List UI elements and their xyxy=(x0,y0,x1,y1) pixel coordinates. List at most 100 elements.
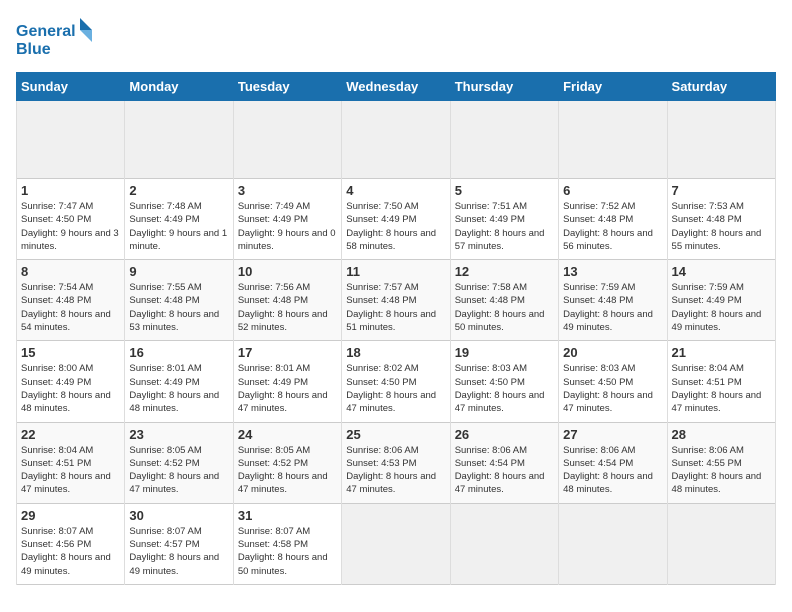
week-row-2: 1Sunrise: 7:47 AM Sunset: 4:50 PM Daylig… xyxy=(17,179,776,260)
day-cell: 16 Sunrise: 8:01 AM Sunset: 4:49 PM Dayli… xyxy=(125,341,233,422)
day-cell: 29Sunrise: 8:07 AM Sunset: 4:56 PM Dayli… xyxy=(17,503,125,584)
day-cell: 11Sunrise: 7:57 AM Sunset: 4:48 PM Dayli… xyxy=(342,260,450,341)
day-cell: 6 Sunrise: 7:52 AM Sunset: 4:48 PM Daylig… xyxy=(559,179,667,260)
day-info: Sunrise: 8:06 AM Sunset: 4:54 PM Dayligh… xyxy=(563,444,662,497)
logo: GeneralBlue xyxy=(16,16,96,60)
day-cell: 4 Sunrise: 7:50 AM Sunset: 4:49 PM Daylig… xyxy=(342,179,450,260)
page-header: GeneralBlue xyxy=(16,16,776,60)
day-number: 12 xyxy=(455,264,554,279)
day-cell xyxy=(559,101,667,179)
logo-svg: GeneralBlue xyxy=(16,16,96,60)
day-number: 26 xyxy=(455,427,554,442)
day-cell: 27 Sunrise: 8:06 AM Sunset: 4:54 PM Dayli… xyxy=(559,422,667,503)
day-info: Sunrise: 8:04 AM Sunset: 4:51 PM Dayligh… xyxy=(21,444,120,497)
day-number: 28 xyxy=(672,427,771,442)
day-cell: 2 Sunrise: 7:48 AM Sunset: 4:49 PM Daylig… xyxy=(125,179,233,260)
day-number: 19 xyxy=(455,345,554,360)
day-cell: 18 Sunrise: 8:02 AM Sunset: 4:50 PM Dayli… xyxy=(342,341,450,422)
day-number: 18 xyxy=(346,345,445,360)
day-number: 1 xyxy=(21,183,120,198)
calendar-table: SundayMondayTuesdayWednesdayThursdayFrid… xyxy=(16,72,776,585)
day-info: Sunrise: 7:49 AM Sunset: 4:49 PM Dayligh… xyxy=(238,200,337,253)
day-number: 20 xyxy=(563,345,662,360)
day-cell xyxy=(450,503,558,584)
day-number: 24 xyxy=(238,427,337,442)
day-info: Sunrise: 8:01 AM Sunset: 4:49 PM Dayligh… xyxy=(238,362,337,415)
col-header-sunday: Sunday xyxy=(17,73,125,101)
day-info: Sunrise: 8:00 AM Sunset: 4:49 PM Dayligh… xyxy=(21,362,120,415)
day-info: Sunrise: 8:06 AM Sunset: 4:53 PM Dayligh… xyxy=(346,444,445,497)
day-info: Sunrise: 8:01 AM Sunset: 4:49 PM Dayligh… xyxy=(129,362,228,415)
week-row-4: 15Sunrise: 8:00 AM Sunset: 4:49 PM Dayli… xyxy=(17,341,776,422)
day-info: Sunrise: 7:59 AM Sunset: 4:48 PM Dayligh… xyxy=(563,281,662,334)
day-info: Sunrise: 7:51 AM Sunset: 4:49 PM Dayligh… xyxy=(455,200,554,253)
day-number: 4 xyxy=(346,183,445,198)
day-cell: 5 Sunrise: 7:51 AM Sunset: 4:49 PM Daylig… xyxy=(450,179,558,260)
day-info: Sunrise: 8:07 AM Sunset: 4:56 PM Dayligh… xyxy=(21,525,120,578)
day-cell: 9Sunrise: 7:55 AM Sunset: 4:48 PM Daylig… xyxy=(125,260,233,341)
day-cell xyxy=(450,101,558,179)
day-number: 27 xyxy=(563,427,662,442)
day-info: Sunrise: 8:07 AM Sunset: 4:58 PM Dayligh… xyxy=(238,525,337,578)
svg-text:General: General xyxy=(16,23,76,40)
day-number: 16 xyxy=(129,345,228,360)
day-info: Sunrise: 8:06 AM Sunset: 4:55 PM Dayligh… xyxy=(672,444,771,497)
day-cell: 20 Sunrise: 8:03 AM Sunset: 4:50 PM Dayli… xyxy=(559,341,667,422)
day-number: 30 xyxy=(129,508,228,523)
day-cell xyxy=(342,503,450,584)
col-header-tuesday: Tuesday xyxy=(233,73,341,101)
day-cell: 15Sunrise: 8:00 AM Sunset: 4:49 PM Dayli… xyxy=(17,341,125,422)
svg-text:Blue: Blue xyxy=(16,41,51,58)
day-number: 5 xyxy=(455,183,554,198)
day-info: Sunrise: 8:03 AM Sunset: 4:50 PM Dayligh… xyxy=(455,362,554,415)
day-number: 17 xyxy=(238,345,337,360)
day-number: 22 xyxy=(21,427,120,442)
week-row-1 xyxy=(17,101,776,179)
day-number: 31 xyxy=(238,508,337,523)
day-cell: 13Sunrise: 7:59 AM Sunset: 4:48 PM Dayli… xyxy=(559,260,667,341)
day-info: Sunrise: 7:50 AM Sunset: 4:49 PM Dayligh… xyxy=(346,200,445,253)
day-cell: 17 Sunrise: 8:01 AM Sunset: 4:49 PM Dayli… xyxy=(233,341,341,422)
col-header-wednesday: Wednesday xyxy=(342,73,450,101)
day-info: Sunrise: 8:04 AM Sunset: 4:51 PM Dayligh… xyxy=(672,362,771,415)
day-number: 25 xyxy=(346,427,445,442)
day-number: 14 xyxy=(672,264,771,279)
day-info: Sunrise: 8:03 AM Sunset: 4:50 PM Dayligh… xyxy=(563,362,662,415)
day-info: Sunrise: 8:06 AM Sunset: 4:54 PM Dayligh… xyxy=(455,444,554,497)
day-info: Sunrise: 8:05 AM Sunset: 4:52 PM Dayligh… xyxy=(129,444,228,497)
col-header-saturday: Saturday xyxy=(667,73,775,101)
day-number: 2 xyxy=(129,183,228,198)
day-cell xyxy=(233,101,341,179)
day-info: Sunrise: 7:59 AM Sunset: 4:49 PM Dayligh… xyxy=(672,281,771,334)
day-cell xyxy=(342,101,450,179)
day-info: Sunrise: 8:05 AM Sunset: 4:52 PM Dayligh… xyxy=(238,444,337,497)
col-header-thursday: Thursday xyxy=(450,73,558,101)
week-row-6: 29Sunrise: 8:07 AM Sunset: 4:56 PM Dayli… xyxy=(17,503,776,584)
day-number: 6 xyxy=(563,183,662,198)
day-cell: 12Sunrise: 7:58 AM Sunset: 4:48 PM Dayli… xyxy=(450,260,558,341)
day-cell xyxy=(125,101,233,179)
day-cell: 26 Sunrise: 8:06 AM Sunset: 4:54 PM Dayli… xyxy=(450,422,558,503)
header-row: SundayMondayTuesdayWednesdayThursdayFrid… xyxy=(17,73,776,101)
day-cell: 8Sunrise: 7:54 AM Sunset: 4:48 PM Daylig… xyxy=(17,260,125,341)
day-cell xyxy=(17,101,125,179)
day-info: Sunrise: 8:02 AM Sunset: 4:50 PM Dayligh… xyxy=(346,362,445,415)
day-info: Sunrise: 7:52 AM Sunset: 4:48 PM Dayligh… xyxy=(563,200,662,253)
day-cell: 3 Sunrise: 7:49 AM Sunset: 4:49 PM Daylig… xyxy=(233,179,341,260)
day-info: Sunrise: 7:57 AM Sunset: 4:48 PM Dayligh… xyxy=(346,281,445,334)
day-cell: 7Sunrise: 7:53 AM Sunset: 4:48 PM Daylig… xyxy=(667,179,775,260)
col-header-friday: Friday xyxy=(559,73,667,101)
day-info: Sunrise: 7:48 AM Sunset: 4:49 PM Dayligh… xyxy=(129,200,228,253)
day-number: 21 xyxy=(672,345,771,360)
day-number: 10 xyxy=(238,264,337,279)
day-cell: 1Sunrise: 7:47 AM Sunset: 4:50 PM Daylig… xyxy=(17,179,125,260)
day-info: Sunrise: 7:56 AM Sunset: 4:48 PM Dayligh… xyxy=(238,281,337,334)
day-info: Sunrise: 7:55 AM Sunset: 4:48 PM Dayligh… xyxy=(129,281,228,334)
day-cell: 30Sunrise: 8:07 AM Sunset: 4:57 PM Dayli… xyxy=(125,503,233,584)
day-number: 8 xyxy=(21,264,120,279)
day-cell xyxy=(667,101,775,179)
week-row-5: 22 Sunrise: 8:04 AM Sunset: 4:51 PM Dayli… xyxy=(17,422,776,503)
day-number: 7 xyxy=(672,183,771,198)
day-cell: 28 Sunrise: 8:06 AM Sunset: 4:55 PM Dayli… xyxy=(667,422,775,503)
day-number: 3 xyxy=(238,183,337,198)
